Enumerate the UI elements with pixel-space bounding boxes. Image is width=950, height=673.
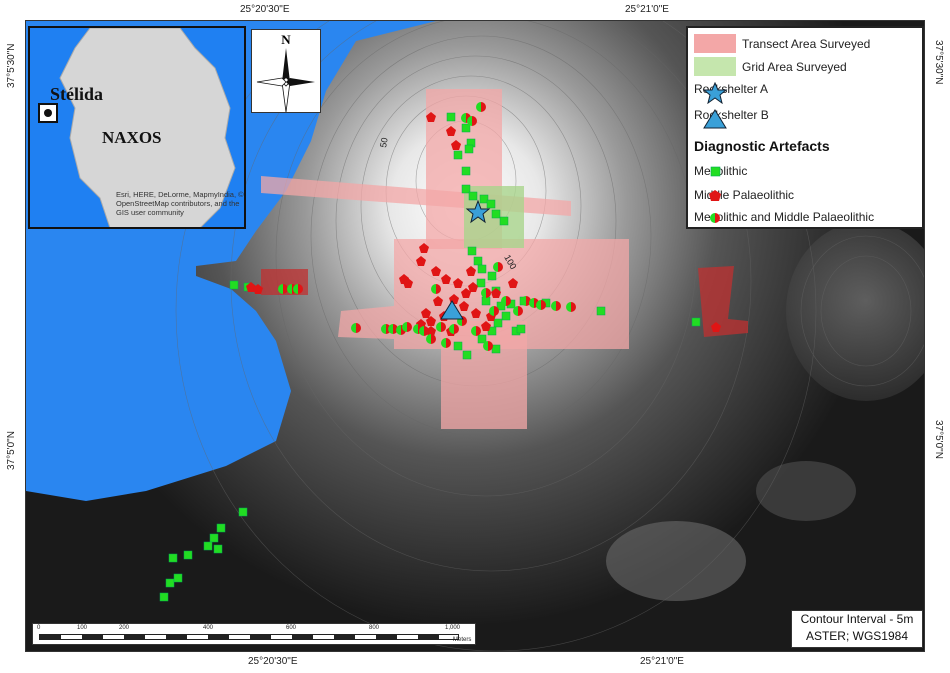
coord-bottom-right: 25°21'0"E xyxy=(640,656,684,667)
scale-tick: 0 xyxy=(37,625,41,631)
scale-unit: Meters xyxy=(453,637,472,643)
legend-transect: Transect Area Surveyed xyxy=(694,34,870,53)
scale-tick: 200 xyxy=(119,625,130,631)
mesolithic-point xyxy=(229,280,239,290)
mesolithic-point xyxy=(203,541,213,551)
mesolithic-point xyxy=(473,256,483,266)
main-map[interactable]: 50 100 Stélida NAXOS Esri, HERE, DeLorme… xyxy=(25,20,925,652)
mesolithic-point xyxy=(477,264,487,274)
mesolithic-point xyxy=(493,318,503,328)
inset-credits: Esri, HERE, DeLorme, MapmyIndia, © OpenS… xyxy=(116,190,244,217)
mesolithic-point xyxy=(476,278,486,288)
legend-rockshelter-a: Rockshelter A xyxy=(694,82,768,104)
scale-bar-graphic xyxy=(39,634,459,640)
coord-left-top: 37°5'30"N xyxy=(6,43,17,89)
pentagon-icon xyxy=(709,190,721,201)
mesolithic-point xyxy=(183,550,193,560)
scale-tick: 800 xyxy=(369,625,380,631)
coord-left-bottom: 37°5'0"N xyxy=(6,431,17,470)
inset-place-label: Stélida xyxy=(50,84,104,104)
star-icon xyxy=(702,82,728,104)
scale-tick: 1,000 xyxy=(445,625,461,631)
mesolithic-point xyxy=(238,507,248,517)
transect-area xyxy=(338,306,394,339)
mesolithic-point xyxy=(499,216,509,226)
mesolithic-point xyxy=(462,350,472,360)
mesolithic-point xyxy=(453,341,463,351)
legend-rockshelter-b: Rockshelter B xyxy=(694,108,769,129)
mesolithic-point xyxy=(691,317,701,327)
scale-bar: 0 100 200 400 600 800 1,000 Meters xyxy=(32,623,476,645)
coord-right-bottom: 37°5'0"N xyxy=(933,420,944,459)
scale-tick: 400 xyxy=(203,625,214,631)
map-info-box: Contour Interval - 5m ASTER; WGS1984 xyxy=(791,610,923,648)
mesolithic-point xyxy=(461,123,471,133)
scale-tick: 100 xyxy=(77,625,88,631)
map-figure: 25°20'30"E 25°21'0"E 25°20'30"E 25°21'0"… xyxy=(0,0,950,673)
coord-top-right: 25°21'0"E xyxy=(625,4,669,15)
mesolithic-point xyxy=(159,592,169,602)
mesolithic-point xyxy=(213,544,223,554)
grid-swatch xyxy=(694,57,736,76)
mesolithic-point xyxy=(491,209,501,219)
mesolithic-point xyxy=(516,324,526,334)
scale-tick: 600 xyxy=(286,625,297,631)
legend-both: Mesolithic and Middle Palaeolithic xyxy=(694,210,874,224)
stelida-locator xyxy=(38,103,58,123)
legend-grid-label: Grid Area Surveyed xyxy=(742,59,847,74)
mesolithic-point xyxy=(453,150,463,160)
coord-bottom-left: 25°20'30"E xyxy=(248,656,298,667)
mesolithic-point xyxy=(481,296,491,306)
mesolithic-point xyxy=(486,199,496,209)
mesolithic-point xyxy=(501,311,511,321)
triangle-icon xyxy=(703,109,727,129)
contour-label: 50 xyxy=(378,137,390,149)
legend-mesolithic: Mesolithic xyxy=(694,164,747,178)
transect-swatch xyxy=(694,34,736,53)
mesolithic-point xyxy=(477,334,487,344)
half-circle-icon xyxy=(710,213,720,223)
mesolithic-point xyxy=(467,246,477,256)
legend-transect-label: Transect Area Surveyed xyxy=(742,36,871,51)
mesolithic-point xyxy=(461,166,471,176)
legend-diagnostic-title: Diagnostic Artefacts xyxy=(694,138,830,154)
mesolithic-point xyxy=(165,578,175,588)
coord-right-top: 37°5'30"N xyxy=(933,40,944,85)
inset-map: Stélida NAXOS Esri, HERE, DeLorme, Mapmy… xyxy=(28,26,246,229)
mesolithic-point xyxy=(487,271,497,281)
coord-top-left: 25°20'30"E xyxy=(240,4,290,15)
mesolithic-point xyxy=(216,523,226,533)
mesolithic-point xyxy=(209,533,219,543)
inset-island-label: NAXOS xyxy=(102,128,162,147)
projection-label: ASTER; WGS1984 xyxy=(805,629,909,643)
contour-interval: Contour Interval - 5m xyxy=(800,612,914,626)
north-arrow: N xyxy=(251,29,321,113)
mesolithic-point xyxy=(464,144,474,154)
mesolithic-point xyxy=(596,306,606,316)
legend-grid: Grid Area Surveyed xyxy=(694,57,847,76)
mesolithic-point xyxy=(173,573,183,583)
compass-rose-icon xyxy=(256,48,315,113)
square-icon xyxy=(710,166,721,177)
legend-middle-palaeolithic: Middle Palaeolithic xyxy=(694,188,794,202)
mesolithic-point xyxy=(168,553,178,563)
mesolithic-point xyxy=(491,344,501,354)
mesolithic-point xyxy=(468,191,478,201)
map-legend: Transect Area Surveyed Grid Area Surveye… xyxy=(686,26,924,229)
mesolithic-point xyxy=(446,112,456,122)
